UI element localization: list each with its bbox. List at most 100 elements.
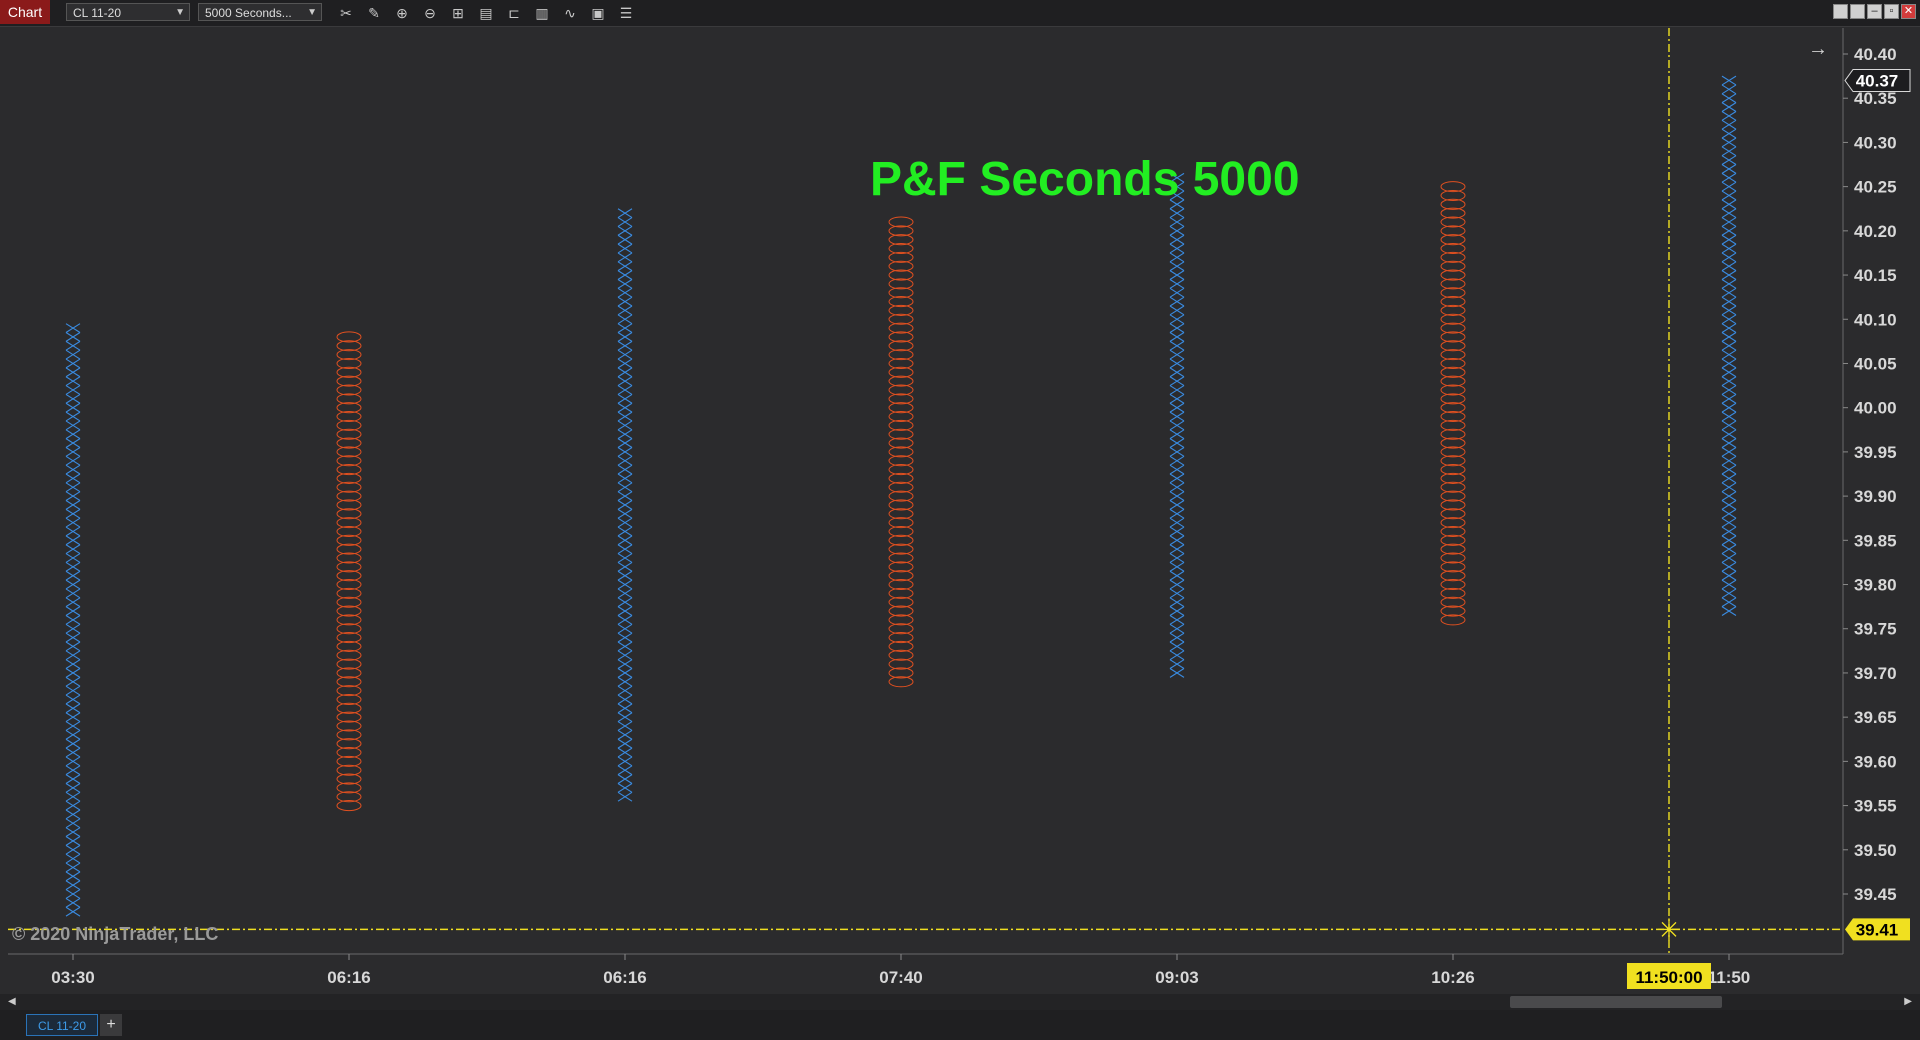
x-tick-label: 07:40	[879, 968, 922, 987]
horizontal-scrollbar[interactable]: ◀ ▶	[0, 994, 1920, 1010]
pnf-x-box	[617, 332, 633, 342]
pnf-x-box	[1169, 632, 1185, 643]
pnf-x-box	[617, 535, 633, 546]
pnf-x-box	[65, 553, 81, 563]
pnf-x-box	[617, 632, 633, 643]
pnf-x-box	[65, 729, 81, 740]
pnf-x-box	[1169, 500, 1185, 510]
pnf-x-box	[617, 367, 633, 378]
scroll-thumb[interactable]	[1510, 996, 1722, 1008]
pnf-x-box	[617, 393, 633, 404]
pnf-x-box	[65, 836, 81, 846]
pnf-x-box	[1169, 402, 1185, 413]
add-tab-button[interactable]: +	[100, 1014, 122, 1036]
pnf-x-box	[1721, 296, 1737, 307]
pnf-x-box	[1169, 323, 1185, 333]
pnf-x-box	[1169, 270, 1185, 280]
pnf-x-box	[617, 340, 633, 351]
pnf-x-box	[617, 606, 633, 616]
pnf-x-box	[1721, 111, 1737, 121]
pnf-x-box	[1169, 570, 1185, 581]
pnf-x-box	[617, 349, 633, 360]
pnf-x-box	[1169, 641, 1185, 652]
pnf-x-box	[1169, 411, 1185, 422]
pnf-x-box	[1721, 508, 1737, 519]
pnf-x-box	[65, 402, 81, 413]
pnf-x-box	[65, 455, 81, 466]
pnf-x-box	[1721, 332, 1737, 342]
pnf-x-box	[1169, 473, 1185, 484]
pnf-x-box	[1721, 137, 1737, 148]
pnf-x-box	[1169, 332, 1185, 342]
pnf-x-box	[617, 323, 633, 333]
pnf-x-box	[65, 783, 81, 793]
pnf-x-box	[617, 703, 633, 714]
pnf-x-box	[1721, 429, 1737, 440]
pnf-x-box	[617, 615, 633, 625]
pnf-x-box	[1169, 349, 1185, 360]
pnf-x-box	[65, 703, 81, 714]
pnf-x-box	[617, 473, 633, 484]
pnf-x-box	[65, 579, 81, 590]
pnf-x-box	[617, 747, 633, 758]
instrument-tab[interactable]: CL 11-20	[26, 1014, 98, 1036]
pnf-x-box	[65, 376, 81, 387]
pnf-x-box	[1721, 606, 1737, 616]
pnf-x-box	[65, 606, 81, 616]
pnf-x-box	[65, 411, 81, 422]
pnf-x-box	[1169, 606, 1185, 616]
pnf-x-box	[65, 420, 81, 431]
pnf-x-box	[617, 544, 633, 555]
pnf-x-box	[1721, 526, 1737, 537]
pnf-x-box	[617, 721, 633, 731]
pnf-x-column	[1721, 75, 1737, 616]
y-tick-label: 40.40	[1854, 45, 1897, 64]
pnf-x-box	[1169, 508, 1185, 519]
pnf-x-box	[1169, 597, 1185, 608]
pnf-x-box	[1169, 367, 1185, 378]
y-tick-label: 40.30	[1854, 133, 1897, 152]
pnf-x-box	[617, 279, 633, 289]
pnf-x-box	[617, 729, 633, 740]
pnf-x-box	[1169, 287, 1185, 298]
y-tick-label: 39.50	[1854, 841, 1897, 860]
pnf-x-box	[1721, 243, 1737, 254]
crosshair-marker-icon	[1658, 918, 1680, 941]
pnf-x-box	[1721, 84, 1737, 95]
pnf-x-box	[1169, 385, 1185, 395]
pnf-x-box	[1169, 623, 1185, 634]
pnf-x-box	[1721, 517, 1737, 528]
pnf-x-box	[1169, 314, 1185, 325]
pnf-x-box	[617, 765, 633, 776]
pnf-x-box	[65, 668, 81, 678]
pnf-x-box	[617, 526, 633, 537]
pnf-x-box	[617, 296, 633, 307]
arrow-right-icon[interactable]: →	[1808, 38, 1828, 61]
pnf-x-box	[1721, 553, 1737, 563]
pnf-x-box	[65, 738, 81, 749]
pnf-x-box	[65, 774, 81, 784]
pnf-x-box	[617, 738, 633, 749]
pnf-x-box	[1169, 243, 1185, 254]
pnf-x-box	[65, 765, 81, 776]
pnf-x-box	[617, 694, 633, 705]
pnf-x-box	[1169, 296, 1185, 307]
pnf-x-box	[617, 243, 633, 254]
pnf-x-box	[1721, 323, 1737, 333]
pnf-x-box	[1721, 588, 1737, 599]
pnf-x-box	[65, 853, 81, 864]
pnf-x-box	[65, 323, 81, 333]
y-tick-label: 39.45	[1854, 885, 1897, 904]
pnf-x-box	[65, 694, 81, 705]
scroll-right-icon[interactable]: ▶	[1904, 996, 1912, 1007]
pnf-x-box	[65, 712, 81, 723]
pnf-x-box	[1721, 447, 1737, 457]
pnf-x-box	[65, 615, 81, 625]
y-tick-label: 40.25	[1854, 178, 1897, 197]
pnf-x-box	[1721, 535, 1737, 546]
pnf-x-box	[1169, 544, 1185, 555]
pnf-x-box	[617, 791, 633, 802]
pnf-x-box	[1169, 588, 1185, 599]
scroll-left-icon[interactable]: ◀	[8, 996, 16, 1007]
pnf-x-box	[1721, 464, 1737, 475]
